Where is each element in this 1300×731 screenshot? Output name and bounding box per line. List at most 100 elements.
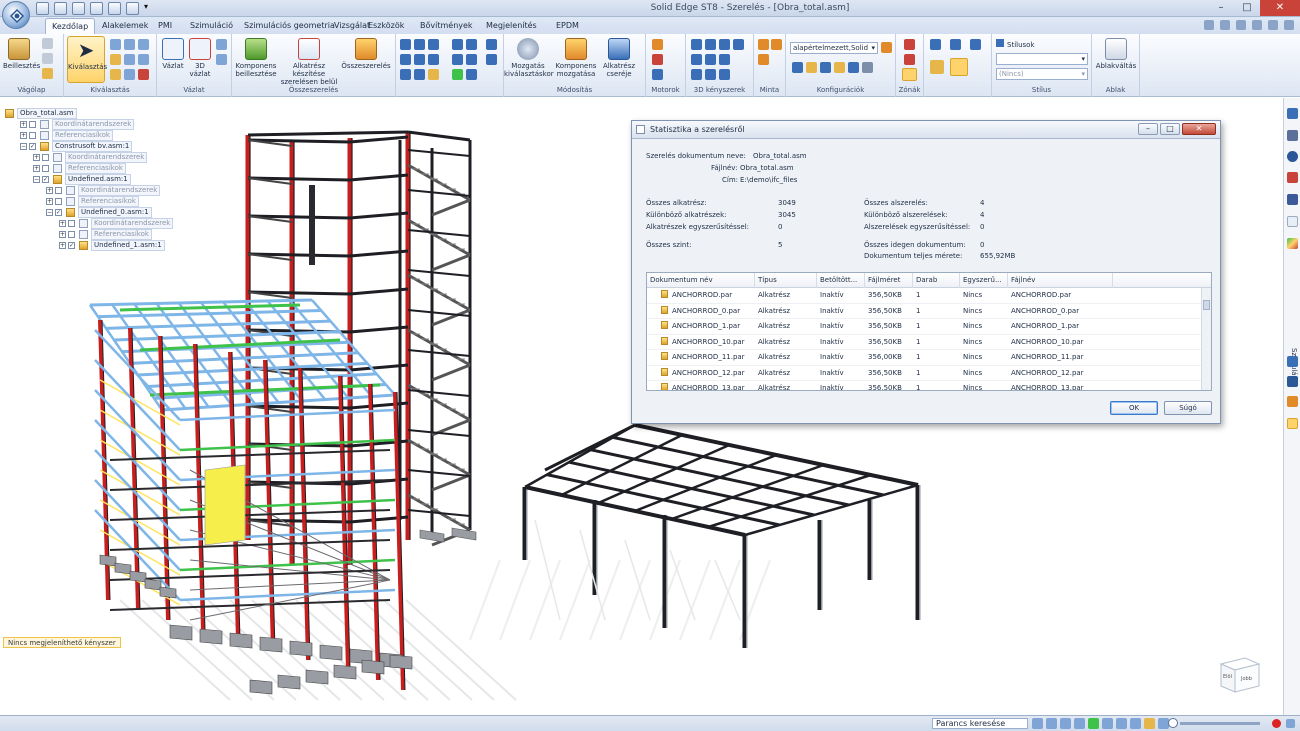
constraint-e-icon[interactable] [691,54,702,65]
select-tool-g-icon[interactable] [110,69,121,80]
pathfinder-tab-icon[interactable] [1287,108,1298,119]
tree-node[interactable]: + Referenciasíkok [2,229,152,240]
rigid-icon[interactable] [486,54,497,65]
fit-icon[interactable] [1074,718,1085,729]
pattern-icon[interactable] [758,39,769,50]
visibility-checkbox[interactable] [68,231,75,238]
expand-icon[interactable]: + [46,198,53,205]
tree-node[interactable]: Obra_total.asm [2,108,152,119]
expand-icon[interactable]: + [33,165,40,172]
config-c-icon[interactable] [820,62,831,73]
constraint-b-icon[interactable] [705,39,716,50]
mirror-icon[interactable] [771,39,782,50]
command-search-input[interactable]: Parancs keresése [932,718,1028,729]
paste-button[interactable]: Beillesztés [3,38,40,70]
connect-icon[interactable] [414,54,425,65]
config-f-icon[interactable] [862,62,873,73]
motor-icon[interactable] [652,39,663,50]
search-icon[interactable] [1032,718,1043,729]
line-icon[interactable] [216,39,227,50]
tab-eszkozok[interactable]: Eszközök [362,18,410,34]
cam-icon[interactable] [452,54,463,65]
visibility-checkbox[interactable]: ✓ [55,209,62,216]
tree-node[interactable]: + Referenciasíkok [2,196,152,207]
visibility-checkbox[interactable]: ✓ [29,143,36,150]
select-tool-i-icon[interactable] [138,69,149,80]
tree-node[interactable]: + ✓ Undefined_1.asm:1 [2,240,165,251]
visibility-checkbox[interactable] [29,121,36,128]
tab-szimulacios-geometria[interactable]: Szimulációs geometria [238,18,341,34]
tangent-icon[interactable] [466,39,477,50]
visibility-checkbox[interactable]: ✓ [68,242,75,249]
table-row[interactable]: ANCHORROD_13.par Alkatrész Inaktív 356,50KB… [647,381,1203,390]
format-painter-icon[interactable] [42,68,53,79]
column-header[interactable]: Egyszerű... [960,273,1008,288]
table-row[interactable]: ANCHORROD_1.par Alkatrész Inaktív 356,50KB 1… [647,319,1203,335]
tab-alakelemek[interactable]: Alakelemek [96,18,154,34]
visibility-checkbox[interactable] [68,220,75,227]
create-in-place-button[interactable]: Alkatrész készítése szerelésen belül [280,38,338,86]
select-tool-d-icon[interactable] [110,54,121,65]
close-button[interactable]: ✕ [1260,0,1300,16]
configuration-select[interactable]: alapértelmezett,Solid ▾ [790,42,878,54]
shaded-icon[interactable] [930,60,944,74]
replace-part-button[interactable]: Alkatrész cseréje [599,38,639,78]
minimize-button[interactable]: – [1208,0,1234,16]
help-button[interactable]: Súgó [1164,401,1212,415]
table-row[interactable]: ANCHORROD_0.par Alkatrész Inaktív 356,50KB 1… [647,304,1203,319]
arc-icon[interactable] [216,54,227,65]
constraint-h-icon[interactable] [691,69,702,80]
mate-icon[interactable] [400,39,411,50]
expand-icon[interactable]: + [59,242,66,249]
insert-component-button[interactable]: Komponens beillesztése [234,38,278,78]
visibility-checkbox[interactable] [29,132,36,139]
table-row[interactable]: ANCHORROD_10.par Alkatrész Inaktív 356,50KB… [647,335,1203,350]
constraint-j-icon[interactable] [719,69,730,80]
simulate-motor-icon[interactable] [652,54,663,65]
select-tool-h-icon[interactable] [124,69,135,80]
tab-epdm[interactable]: EPDM [550,18,585,34]
record-icon[interactable] [1272,719,1281,728]
select-tool-e-icon[interactable] [124,54,135,65]
view-top-icon[interactable] [970,39,981,50]
view-front-icon[interactable] [930,39,941,50]
dialog-minimize-button[interactable]: – [1138,123,1158,135]
path-icon[interactable] [466,54,477,65]
constraint-i-icon[interactable] [705,69,716,80]
layers-tab-icon[interactable] [1287,376,1298,387]
select-tool-b-icon[interactable] [124,39,135,50]
style-select[interactable]: ▾ [996,53,1088,65]
tab-szimulacio[interactable]: Szimuláció [184,18,239,34]
view-style-icon[interactable] [1144,718,1155,729]
select-tool-c-icon[interactable] [138,39,149,50]
tab-kezdolap[interactable]: Kezdőlap [45,18,96,34]
visibility-checkbox[interactable] [42,165,49,172]
parallel-icon[interactable] [428,54,439,65]
zone-c-icon[interactable] [902,68,917,81]
center-plane-icon[interactable] [400,69,411,80]
duplicate-icon[interactable] [758,54,769,65]
sketch3d-button[interactable]: 3D vázlat [188,38,212,78]
config-a-icon[interactable] [792,62,803,73]
tree-node[interactable]: + Koordinátarendszerek [2,218,174,229]
ground-icon[interactable] [414,69,425,80]
tree-node[interactable]: − ✓ Undefined_0.asm:1 [2,207,152,218]
config-b-icon[interactable] [806,62,817,73]
dialog-close-button[interactable]: ✕ [1182,123,1216,135]
maximize-button[interactable]: □ [1234,0,1260,16]
style-none-select[interactable]: (Nincs) ▾ [996,68,1088,80]
constraint-c-icon[interactable] [719,39,730,50]
config-e-icon[interactable] [848,62,859,73]
table-row[interactable]: ANCHORROD.par Alkatrész Inaktív 356,50KB 1 Ni… [647,288,1203,304]
expand-icon[interactable]: + [59,220,66,227]
constraint-f-icon[interactable] [705,54,716,65]
select-tool-f-icon[interactable] [138,54,149,65]
view-side-icon[interactable] [950,39,961,50]
youtube-icon[interactable] [1287,172,1298,183]
angle-icon[interactable] [452,39,463,50]
sketch-view-icon[interactable] [1116,718,1127,729]
named-views-icon[interactable] [1130,718,1141,729]
simulation-tab-icon[interactable] [1287,238,1298,249]
constraint-a-icon[interactable] [691,39,702,50]
ribbon-minimize-icon[interactable] [1252,20,1262,30]
